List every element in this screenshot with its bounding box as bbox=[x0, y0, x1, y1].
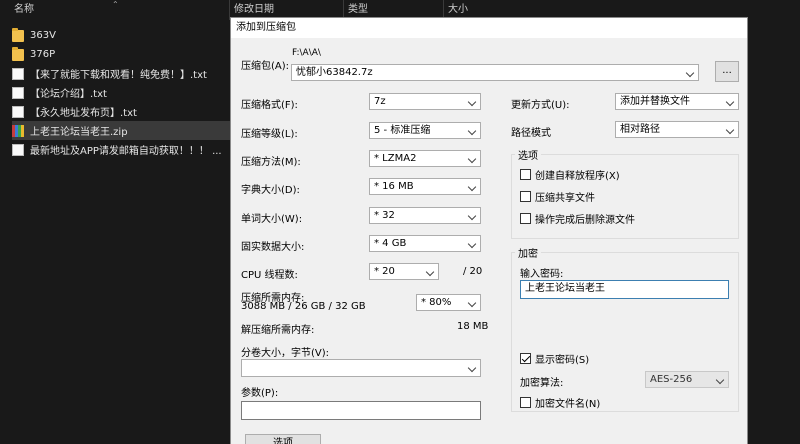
method-label: 压缩方法(M): bbox=[241, 157, 301, 168]
decomp-value: 18 MB bbox=[457, 321, 489, 332]
level-combo[interactable]: 5 - 标准压缩 bbox=[369, 122, 481, 139]
chevron-down-icon bbox=[468, 208, 478, 223]
options-group-title: 选项 bbox=[515, 147, 541, 162]
chevron-down-icon bbox=[468, 360, 478, 375]
dict-combo[interactable]: * 16 MB bbox=[369, 178, 481, 195]
folder-icon bbox=[12, 46, 24, 61]
chevron-down-icon bbox=[686, 65, 696, 80]
list-item[interactable]: 363V bbox=[12, 26, 232, 45]
split-combo[interactable] bbox=[241, 359, 481, 377]
level-label: 压缩等级(L): bbox=[241, 129, 298, 140]
cpu-total: / 20 bbox=[463, 266, 483, 277]
password-label: 输入密码: bbox=[520, 269, 564, 280]
params-input[interactable] bbox=[241, 401, 481, 420]
text-file-icon bbox=[12, 67, 24, 80]
format-label: 压缩格式(F): bbox=[241, 100, 298, 111]
enc-method-label: 加密算法: bbox=[520, 378, 564, 389]
solid-label: 固实数据大小: bbox=[241, 242, 305, 253]
list-item[interactable]: 【论坛介绍】.txt bbox=[12, 83, 232, 102]
checkbox-box[interactable] bbox=[520, 397, 531, 408]
chevron-down-icon bbox=[716, 372, 726, 387]
format-combo[interactable]: 7z bbox=[369, 93, 481, 110]
add-to-archive-dialog: 添加到压缩包 压缩包(A): F:\A\A\ 忧郁小63842.7z ... 压… bbox=[230, 17, 748, 444]
path-combo[interactable]: 相对路径 bbox=[615, 121, 739, 138]
cpu-combo[interactable]: * 20 bbox=[369, 263, 439, 280]
zip-archive-icon bbox=[12, 124, 24, 137]
chevron-down-icon bbox=[726, 94, 736, 109]
checkbox-box[interactable] bbox=[520, 213, 531, 224]
list-item-selected[interactable]: 上老王论坛当老王.zip bbox=[12, 121, 232, 140]
params-label: 参数(P): bbox=[241, 388, 279, 399]
column-name[interactable]: 名称 bbox=[10, 0, 230, 20]
list-item[interactable]: 376P bbox=[12, 45, 232, 64]
delete-source-checkbox[interactable]: 操作完成后删除源文件 bbox=[520, 211, 635, 226]
sort-chevron-icon: ⌃ bbox=[112, 0, 119, 9]
chevron-down-icon bbox=[726, 122, 736, 137]
dict-label: 字典大小(D): bbox=[241, 185, 300, 196]
chevron-down-icon bbox=[468, 179, 478, 194]
cpu-label: CPU 线程数: bbox=[241, 270, 298, 281]
chevron-down-icon bbox=[468, 123, 478, 138]
chevron-down-icon bbox=[426, 264, 436, 279]
chevron-down-icon bbox=[468, 236, 478, 251]
dialog-title: 添加到压缩包 bbox=[231, 18, 747, 38]
checkbox-box[interactable] bbox=[520, 191, 531, 202]
path-label: 路径模式 bbox=[511, 128, 551, 139]
shared-checkbox[interactable]: 压缩共享文件 bbox=[520, 189, 595, 204]
file-list: 363V 376P 【来了就能下载和观看！纯免费！】.txt 【论坛介绍】.tx… bbox=[12, 26, 232, 159]
list-item[interactable]: 最新地址及APP请发邮箱自动获取！！！ ... bbox=[12, 140, 232, 159]
text-file-icon bbox=[12, 105, 24, 118]
list-item[interactable]: 【来了就能下载和观看！纯免费！】.txt bbox=[12, 64, 232, 83]
encrypt-names-checkbox[interactable]: 加密文件名(N) bbox=[520, 395, 600, 410]
text-file-icon bbox=[12, 86, 24, 99]
split-label: 分卷大小，字节(V): bbox=[241, 348, 330, 359]
browse-button[interactable]: ... bbox=[715, 61, 739, 82]
chevron-down-icon bbox=[468, 295, 478, 310]
word-label: 单词大小(W): bbox=[241, 214, 303, 225]
mem-combo[interactable]: * 80% bbox=[416, 294, 481, 311]
checkbox-checked[interactable] bbox=[520, 353, 531, 364]
archive-label: 压缩包(A): bbox=[241, 61, 290, 72]
word-combo[interactable]: * 32 bbox=[369, 207, 481, 224]
sfx-checkbox[interactable]: 创建自释放程序(X) bbox=[520, 167, 620, 182]
show-password-checkbox[interactable]: 显示密码(S) bbox=[520, 351, 589, 366]
method-combo[interactable]: * LZMA2 bbox=[369, 150, 481, 167]
checkbox-box[interactable] bbox=[520, 169, 531, 180]
enc-method-combo[interactable]: AES-256 bbox=[645, 371, 729, 388]
decomp-label: 解压缩所需内存: bbox=[241, 325, 315, 336]
update-combo[interactable]: 添加并替换文件 bbox=[615, 93, 739, 110]
mem-detail: 3088 MB / 26 GB / 32 GB bbox=[241, 301, 366, 312]
solid-combo[interactable]: * 4 GB bbox=[369, 235, 481, 252]
text-file-icon bbox=[12, 143, 24, 156]
chevron-down-icon bbox=[468, 151, 478, 166]
archive-name-combo[interactable]: 忧郁小63842.7z bbox=[291, 64, 699, 81]
encryption-group-title: 加密 bbox=[515, 245, 541, 260]
archive-path: F:\A\A\ bbox=[292, 48, 321, 58]
password-input[interactable]: 上老王论坛当老王 bbox=[520, 280, 729, 299]
list-item[interactable]: 【永久地址发布页】.txt bbox=[12, 102, 232, 121]
chevron-down-icon bbox=[468, 94, 478, 109]
folder-icon bbox=[12, 27, 24, 42]
update-label: 更新方式(U): bbox=[511, 100, 570, 111]
options-button[interactable]: 选项 bbox=[245, 434, 321, 444]
